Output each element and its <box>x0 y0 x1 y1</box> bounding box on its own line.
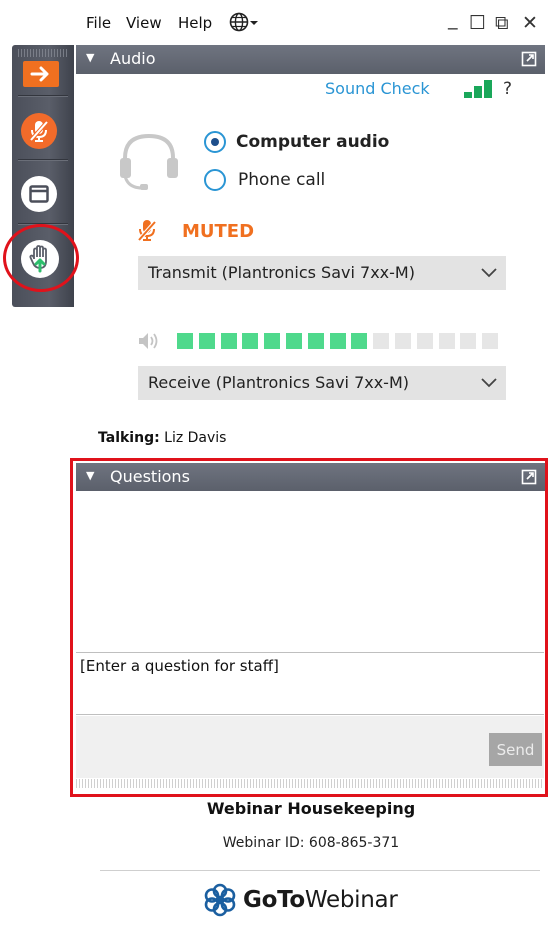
brand-bold: GoTo <box>243 887 305 913</box>
audio-panel-header[interactable]: ▼ Audio <box>76 45 545 74</box>
webinar-id: Webinar ID: 608-865-371 <box>222 835 400 851</box>
menu-help[interactable]: Help <box>178 14 212 32</box>
highlight-ring <box>3 224 79 292</box>
talking-name: Liz Davis <box>164 430 227 446</box>
level-segment <box>264 333 281 349</box>
level-segment <box>198 333 215 349</box>
computer-audio-label: Computer audio <box>236 132 390 152</box>
brand-light: Webinar <box>304 887 398 913</box>
collapse-panel-button[interactable] <box>23 61 59 87</box>
level-segment <box>460 333 477 349</box>
talking-indicator: Talking: Liz Davis <box>98 430 226 446</box>
muted-mic-icon <box>29 120 49 142</box>
collapse-triangle-icon[interactable]: ▼ <box>86 51 94 64</box>
minimize-button[interactable]: _ <box>448 8 458 30</box>
sound-check-link[interactable]: Sound Check <box>325 79 430 98</box>
menu-file[interactable]: File <box>86 14 111 32</box>
receive-device-select[interactable]: Receive (Plantronics Savi 7xx-M) <box>138 366 506 400</box>
level-segment <box>482 333 499 349</box>
radio-computer-audio[interactable] <box>204 131 226 153</box>
signal-bars-icon <box>464 80 492 102</box>
speaker-icon <box>137 331 163 355</box>
level-segment <box>220 333 237 349</box>
menu-view[interactable]: View <box>126 14 162 32</box>
level-segment <box>177 333 193 349</box>
mute-toggle-button[interactable] <box>21 113 57 149</box>
transmit-device-select[interactable]: Transmit (Plantronics Savi 7xx-M) <box>138 256 506 290</box>
level-segment <box>416 333 433 349</box>
globe-icon <box>229 12 258 32</box>
muted-mic-icon <box>137 219 157 247</box>
headset-icon <box>116 130 182 196</box>
highlight-box <box>70 458 548 797</box>
muted-status: MUTED <box>182 221 255 242</box>
level-segment <box>351 333 368 349</box>
chevron-down-icon <box>480 264 498 283</box>
receive-device-value: Receive (Plantronics Savi 7xx-M) <box>148 373 409 392</box>
webinar-title: Webinar Housekeeping <box>206 799 416 818</box>
level-segment <box>286 333 302 349</box>
toolbar-divider <box>18 159 68 160</box>
radio-phone-call[interactable] <box>204 169 226 191</box>
window-icon <box>29 185 49 203</box>
chevron-down-icon <box>250 21 258 25</box>
language-menu[interactable] <box>229 11 259 37</box>
transmit-device-value: Transmit (Plantronics Savi 7xx-M) <box>148 263 415 282</box>
footer-divider <box>100 870 540 871</box>
level-segment <box>395 333 411 349</box>
level-segment <box>307 333 324 349</box>
level-segment <box>329 333 346 349</box>
level-segment <box>438 333 455 349</box>
gotowebinar-flower-icon <box>204 883 236 917</box>
menu-bar: File View Help _ ☐ ⧉ ✕ <box>76 0 549 45</box>
show-panel-button[interactable] <box>21 176 57 212</box>
close-button[interactable]: ✕ <box>522 12 538 34</box>
restore-button[interactable]: ⧉ <box>495 12 509 34</box>
maximize-button[interactable]: ☐ <box>469 12 486 34</box>
chevron-down-icon <box>480 374 498 393</box>
phone-call-label: Phone call <box>238 170 326 190</box>
level-segment <box>373 333 390 349</box>
audio-panel-title: Audio <box>110 49 156 68</box>
talking-label: Talking: <box>98 430 160 446</box>
level-segment <box>242 333 259 349</box>
arrow-right-icon <box>30 66 49 82</box>
popout-icon[interactable] <box>521 51 537 71</box>
toolbar-divider <box>18 95 68 96</box>
toolbar-grip[interactable] <box>18 49 68 57</box>
gotowebinar-logo: GoToWebinar <box>203 883 398 917</box>
help-icon[interactable]: ? <box>503 79 512 99</box>
